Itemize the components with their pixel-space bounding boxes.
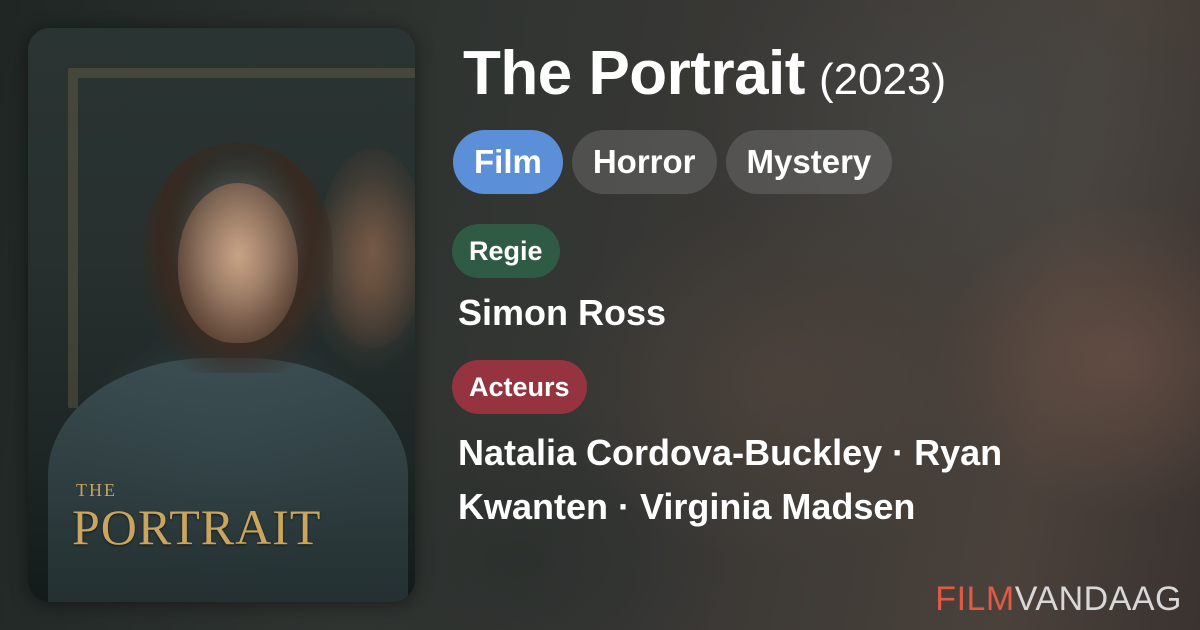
- brand-logo: FILMVANDAAG: [935, 580, 1182, 619]
- movie-year: (2023): [818, 55, 947, 104]
- genre-list: Film Horror Mystery: [453, 130, 893, 194]
- director-badge: Regie: [452, 224, 560, 278]
- movie-title: The Portrait: [463, 39, 805, 108]
- poster-title: PORTRAIT: [72, 499, 322, 555]
- brand-logo-film: FILM: [935, 580, 1015, 618]
- brand-logo-vandaag: VANDAAG: [1014, 580, 1182, 618]
- cast-names: Natalia Cordova-Buckley · Ryan Kwanten ·…: [458, 432, 1003, 527]
- genre-pill-mystery[interactable]: Mystery: [725, 130, 893, 194]
- movie-title-row: The Portrait (2023): [463, 38, 946, 109]
- movie-poster: THE PORTRAIT: [28, 28, 415, 602]
- poster-face-figure: [178, 183, 298, 343]
- genre-pill-film[interactable]: Film: [453, 130, 563, 194]
- genre-pill-horror[interactable]: Horror: [571, 130, 717, 194]
- cast-badge: Acteurs: [452, 360, 587, 414]
- director-names: Simon Ross: [458, 292, 667, 333]
